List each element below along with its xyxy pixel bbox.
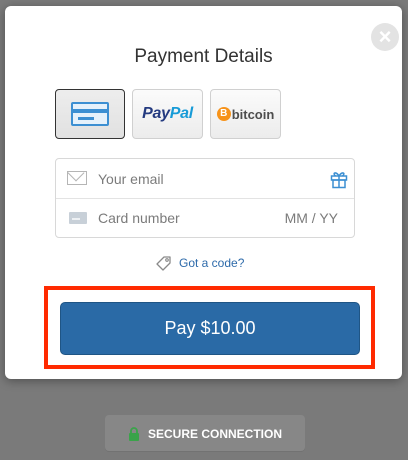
- email-placeholder: Your email: [98, 170, 164, 187]
- secure-connection-label: SECURE CONNECTION: [147, 426, 282, 441]
- card-number-field[interactable]: Card number MM / YY: [56, 198, 354, 237]
- payment-method-card-button[interactable]: [55, 89, 125, 139]
- modal-title: Payment Details: [134, 46, 273, 67]
- secure-connection-badge: SECURE CONNECTION: [105, 415, 305, 452]
- tag-icon: [156, 256, 171, 271]
- card-icon: [69, 212, 87, 224]
- lock-icon: [128, 426, 139, 441]
- paypal-logo: PayPal: [142, 105, 193, 122]
- got-a-code-link[interactable]: Got a code?: [155, 254, 244, 272]
- card-number-placeholder: Card number: [98, 209, 180, 226]
- payment-modal: × Payment Details PayPal B bitcoin Your …: [5, 6, 402, 379]
- envelope-icon: [67, 171, 87, 185]
- payment-method-bitcoin-button[interactable]: B bitcoin: [210, 89, 281, 139]
- bitcoin-coin-icon: B: [216, 107, 231, 121]
- gift-icon[interactable]: [329, 169, 349, 189]
- pay-button-highlight: [44, 286, 375, 369]
- bitcoin-logo: B bitcoin: [216, 107, 274, 122]
- expiry-field[interactable]: MM / YY: [285, 210, 338, 226]
- email-field[interactable]: Your email: [56, 159, 354, 199]
- payment-method-paypal-button[interactable]: PayPal: [132, 89, 203, 139]
- payment-form: Your email Card number MM / YY: [55, 158, 355, 238]
- credit-card-icon: [71, 102, 109, 126]
- got-a-code-label: Got a code?: [179, 256, 245, 270]
